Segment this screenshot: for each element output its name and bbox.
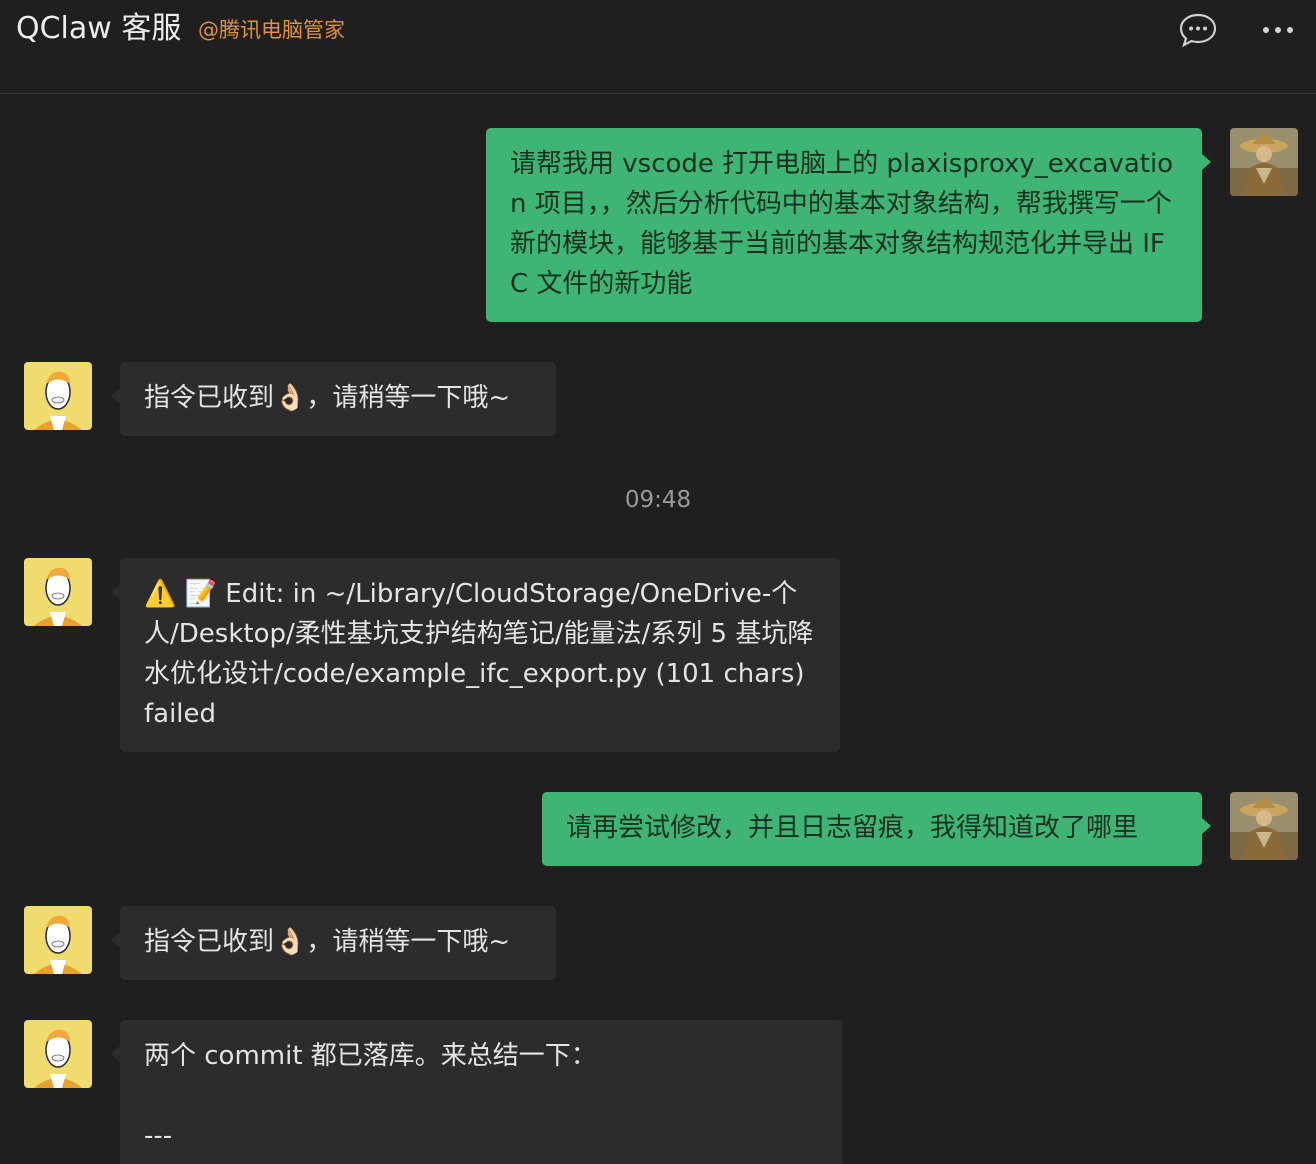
message-text: ⚠️ 📝 Edit: in ~/Library/CloudStorage/One…	[144, 579, 814, 729]
bot-message-bubble: 指令已收到👌🏻，请稍等一下哦~	[120, 906, 556, 980]
bubble-tail	[111, 584, 120, 600]
bot-message-bubble: 两个 commit 都已落库。来总结一下： ---	[120, 1020, 842, 1164]
message-timestamp: 09:48	[624, 487, 692, 513]
bot-avatar[interactable]	[24, 906, 92, 974]
bot-avatar[interactable]	[24, 558, 92, 626]
bot-message-bubble: 指令已收到👌🏻，请稍等一下哦~	[120, 362, 556, 436]
bubble-tail	[111, 932, 120, 948]
bot-avatar[interactable]	[24, 362, 92, 430]
user-avatar[interactable]	[1230, 792, 1298, 860]
message-text: 指令已收到👌🏻，请稍等一下哦~	[144, 927, 511, 957]
chat-header: QClaw 客服 @腾讯电脑管家	[0, 0, 1316, 94]
bot-avatar[interactable]	[24, 1020, 92, 1088]
message-text: 两个 commit 都已落库。来总结一下： ---	[144, 1041, 597, 1151]
bubble-tail	[1202, 154, 1211, 170]
user-message-bubble: 请再尝试修改，并且日志留痕，我得知道改了哪里	[542, 792, 1202, 866]
bubble-tail	[111, 388, 120, 404]
user-avatar[interactable]	[1230, 128, 1298, 196]
message-text: 请再尝试修改，并且日志留痕，我得知道改了哪里	[566, 813, 1139, 843]
message-text: 指令已收到👌🏻，请稍等一下哦~	[144, 383, 511, 413]
user-message-bubble: 请帮我用 vscode 打开电脑上的 plaxisproxy_excavatio…	[486, 128, 1202, 322]
chat-title: QClaw 客服	[16, 11, 182, 46]
message-text: 请帮我用 vscode 打开电脑上的 plaxisproxy_excavatio…	[510, 149, 1174, 299]
bubble-tail	[111, 1046, 120, 1062]
chat-bubble-icon[interactable]	[1176, 8, 1220, 52]
more-dots-icon[interactable]	[1256, 8, 1300, 52]
bubble-tail	[1202, 818, 1211, 834]
bot-message-bubble: ⚠️ 📝 Edit: in ~/Library/CloudStorage/One…	[120, 558, 840, 752]
chat-subtitle: @腾讯电脑管家	[198, 18, 345, 42]
